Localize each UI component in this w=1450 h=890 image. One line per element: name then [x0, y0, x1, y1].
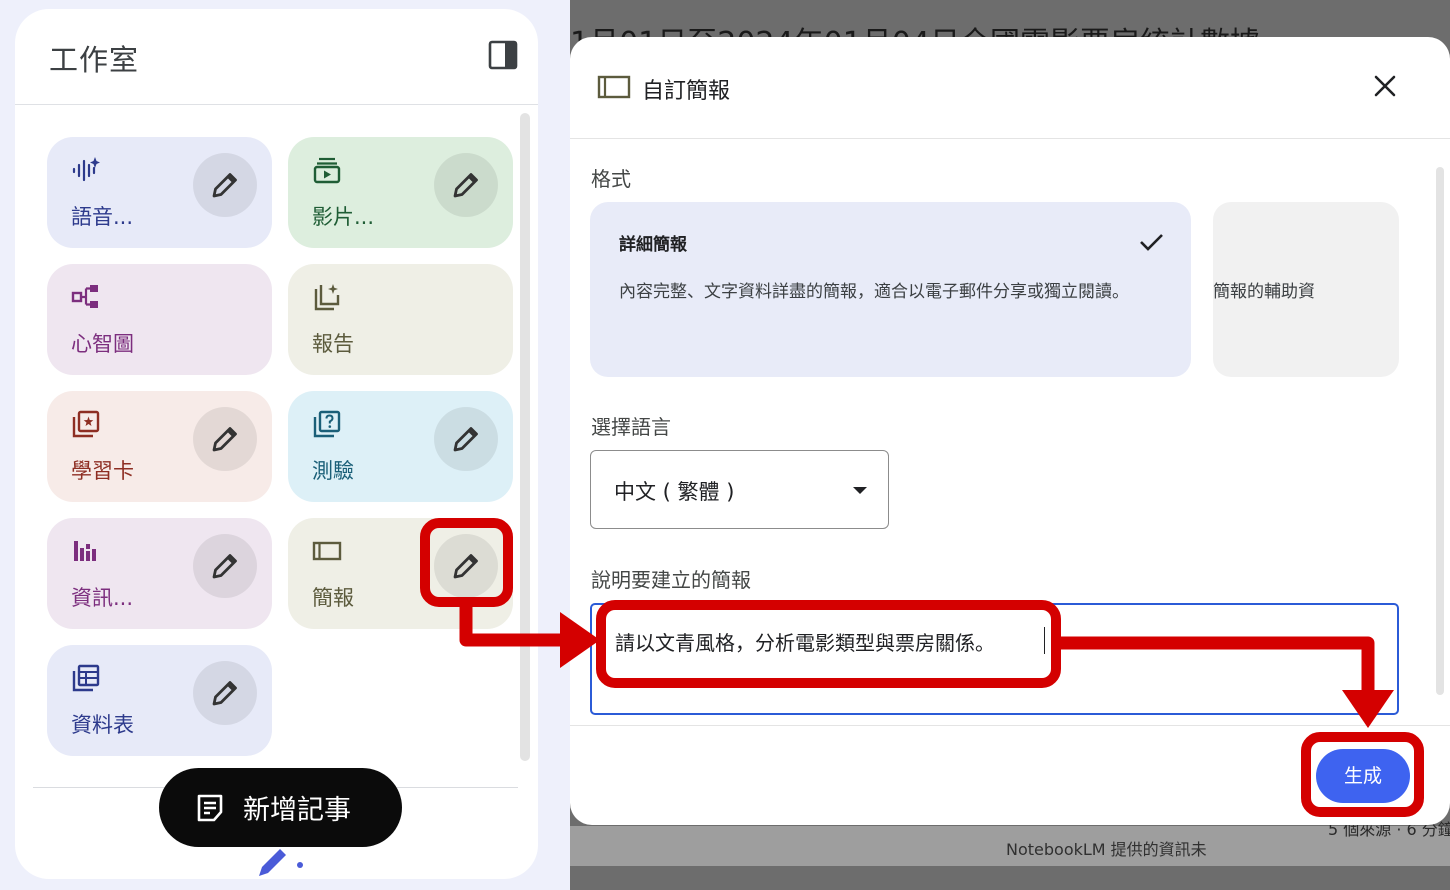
edit-button[interactable]: [193, 407, 257, 471]
studio-tile-data-table[interactable]: 資料表: [47, 645, 272, 756]
report-icon: [314, 284, 340, 311]
studio-tile-flashcards[interactable]: 學習卡: [47, 391, 272, 502]
studio-tile-label: 心智圖: [71, 332, 134, 356]
studio-tile-label: 簡報: [312, 586, 354, 610]
description-label: 說明要建立的簡報: [591, 568, 751, 592]
panel-collapse-icon[interactable]: [487, 39, 519, 71]
language-select-value: 中文 ( 繁體 ): [614, 480, 735, 504]
studio-tile-infographic[interactable]: 資訊...: [47, 518, 272, 629]
note-icon: [197, 794, 223, 822]
slides-description-value: 請以文青風格，分析電影類型與票房關係。: [615, 631, 995, 655]
format-option-description: 內容完整、文字資料詳盡的簡報，適合以電子郵件分享或獨立閱讀。: [619, 282, 1129, 302]
format-label: 格式: [591, 167, 631, 191]
pencil-icon: [453, 554, 478, 579]
pencil-icon: [212, 681, 237, 706]
studio-tile-video[interactable]: 影片...: [288, 137, 513, 248]
slides-description-input[interactable]: 請以文青風格，分析電影類型與票房關係。: [590, 603, 1399, 715]
studio-tile-label: 報告: [312, 332, 354, 356]
studio-tile-audio[interactable]: 語音...: [47, 137, 272, 248]
data-table-icon: [72, 664, 100, 692]
language-label: 選擇語言: [591, 415, 671, 439]
edit-button[interactable]: [434, 534, 498, 598]
studio-tile-label: 影片...: [312, 205, 375, 229]
studio-title: 工作室: [49, 43, 140, 77]
studio-tile-label: 學習卡: [71, 459, 134, 483]
dropdown-arrow-icon: [853, 487, 867, 494]
video-overview-icon: [313, 157, 341, 184]
pencil-icon: [453, 173, 478, 198]
pencil-icon: [212, 427, 237, 452]
studio-tile-label: 資訊...: [71, 586, 134, 610]
flashcard-icon: [72, 410, 100, 438]
edit-button[interactable]: [434, 153, 498, 217]
edit-button[interactable]: [193, 661, 257, 725]
dialog-scrollbar[interactable]: [1436, 167, 1444, 695]
slides-icon: [312, 541, 342, 561]
pencil-icon: [453, 427, 478, 452]
edit-button[interactable]: [193, 534, 257, 598]
pencil-icon: [212, 173, 237, 198]
dialog-title: 自訂簡報: [642, 79, 731, 104]
studio-tile-slides[interactable]: 簡報: [288, 518, 513, 629]
studio-tile-mind-map[interactable]: 心智圖: [47, 264, 272, 375]
divider: [570, 725, 1450, 726]
studio-tile-label: 資料表: [71, 713, 134, 737]
audio-spark-icon: [72, 157, 100, 182]
format-option-description: 簡報的輔助資: [1213, 282, 1315, 302]
infographic-icon: [74, 541, 96, 561]
studio-header: 工作室: [15, 9, 538, 105]
format-option-presenter[interactable]: 簡報的輔助資: [1213, 202, 1399, 377]
format-option-title: 詳細簡報: [619, 235, 687, 255]
edit-button[interactable]: [434, 407, 498, 471]
studio-tile-report[interactable]: 報告: [288, 264, 513, 375]
add-note-label: 新增記事: [243, 795, 351, 826]
check-icon: [1140, 234, 1163, 251]
pencil-icon: [259, 849, 303, 876]
pencil-icon: [212, 554, 237, 579]
background-disclaimer: NotebookLM 提供的資訊未: [1006, 840, 1207, 859]
text-caret: [1044, 627, 1045, 654]
custom-slides-dialog: 自訂簡報 格式 詳細簡報 內容完整、文字資料詳盡的簡報，適合以電子郵件分享或獨立…: [570, 37, 1450, 825]
quiz-icon: [313, 410, 341, 438]
format-option-detailed[interactable]: 詳細簡報 內容完整、文字資料詳盡的簡報，適合以電子郵件分享或獨立閱讀。: [590, 202, 1191, 377]
studio-tile-quiz[interactable]: 測驗: [288, 391, 513, 502]
edit-button[interactable]: [193, 153, 257, 217]
close-icon[interactable]: [1370, 71, 1400, 101]
add-note-button[interactable]: 新增記事: [159, 768, 402, 847]
mind-map-icon: [71, 285, 98, 308]
language-select[interactable]: 中文 ( 繁體 ): [590, 450, 889, 529]
studio-tile-label: 測驗: [312, 459, 354, 483]
studio-panel: 工作室 語音... 影片... 心智圖 報告 學習卡 測驗 資訊... 簡報 資…: [15, 9, 538, 879]
studio-scrollbar[interactable]: [520, 113, 530, 761]
generate-button[interactable]: 生成: [1316, 749, 1410, 803]
dialog-header: 自訂簡報: [570, 37, 1450, 139]
studio-tile-label: 語音...: [71, 205, 134, 229]
slides-icon: [597, 75, 631, 99]
